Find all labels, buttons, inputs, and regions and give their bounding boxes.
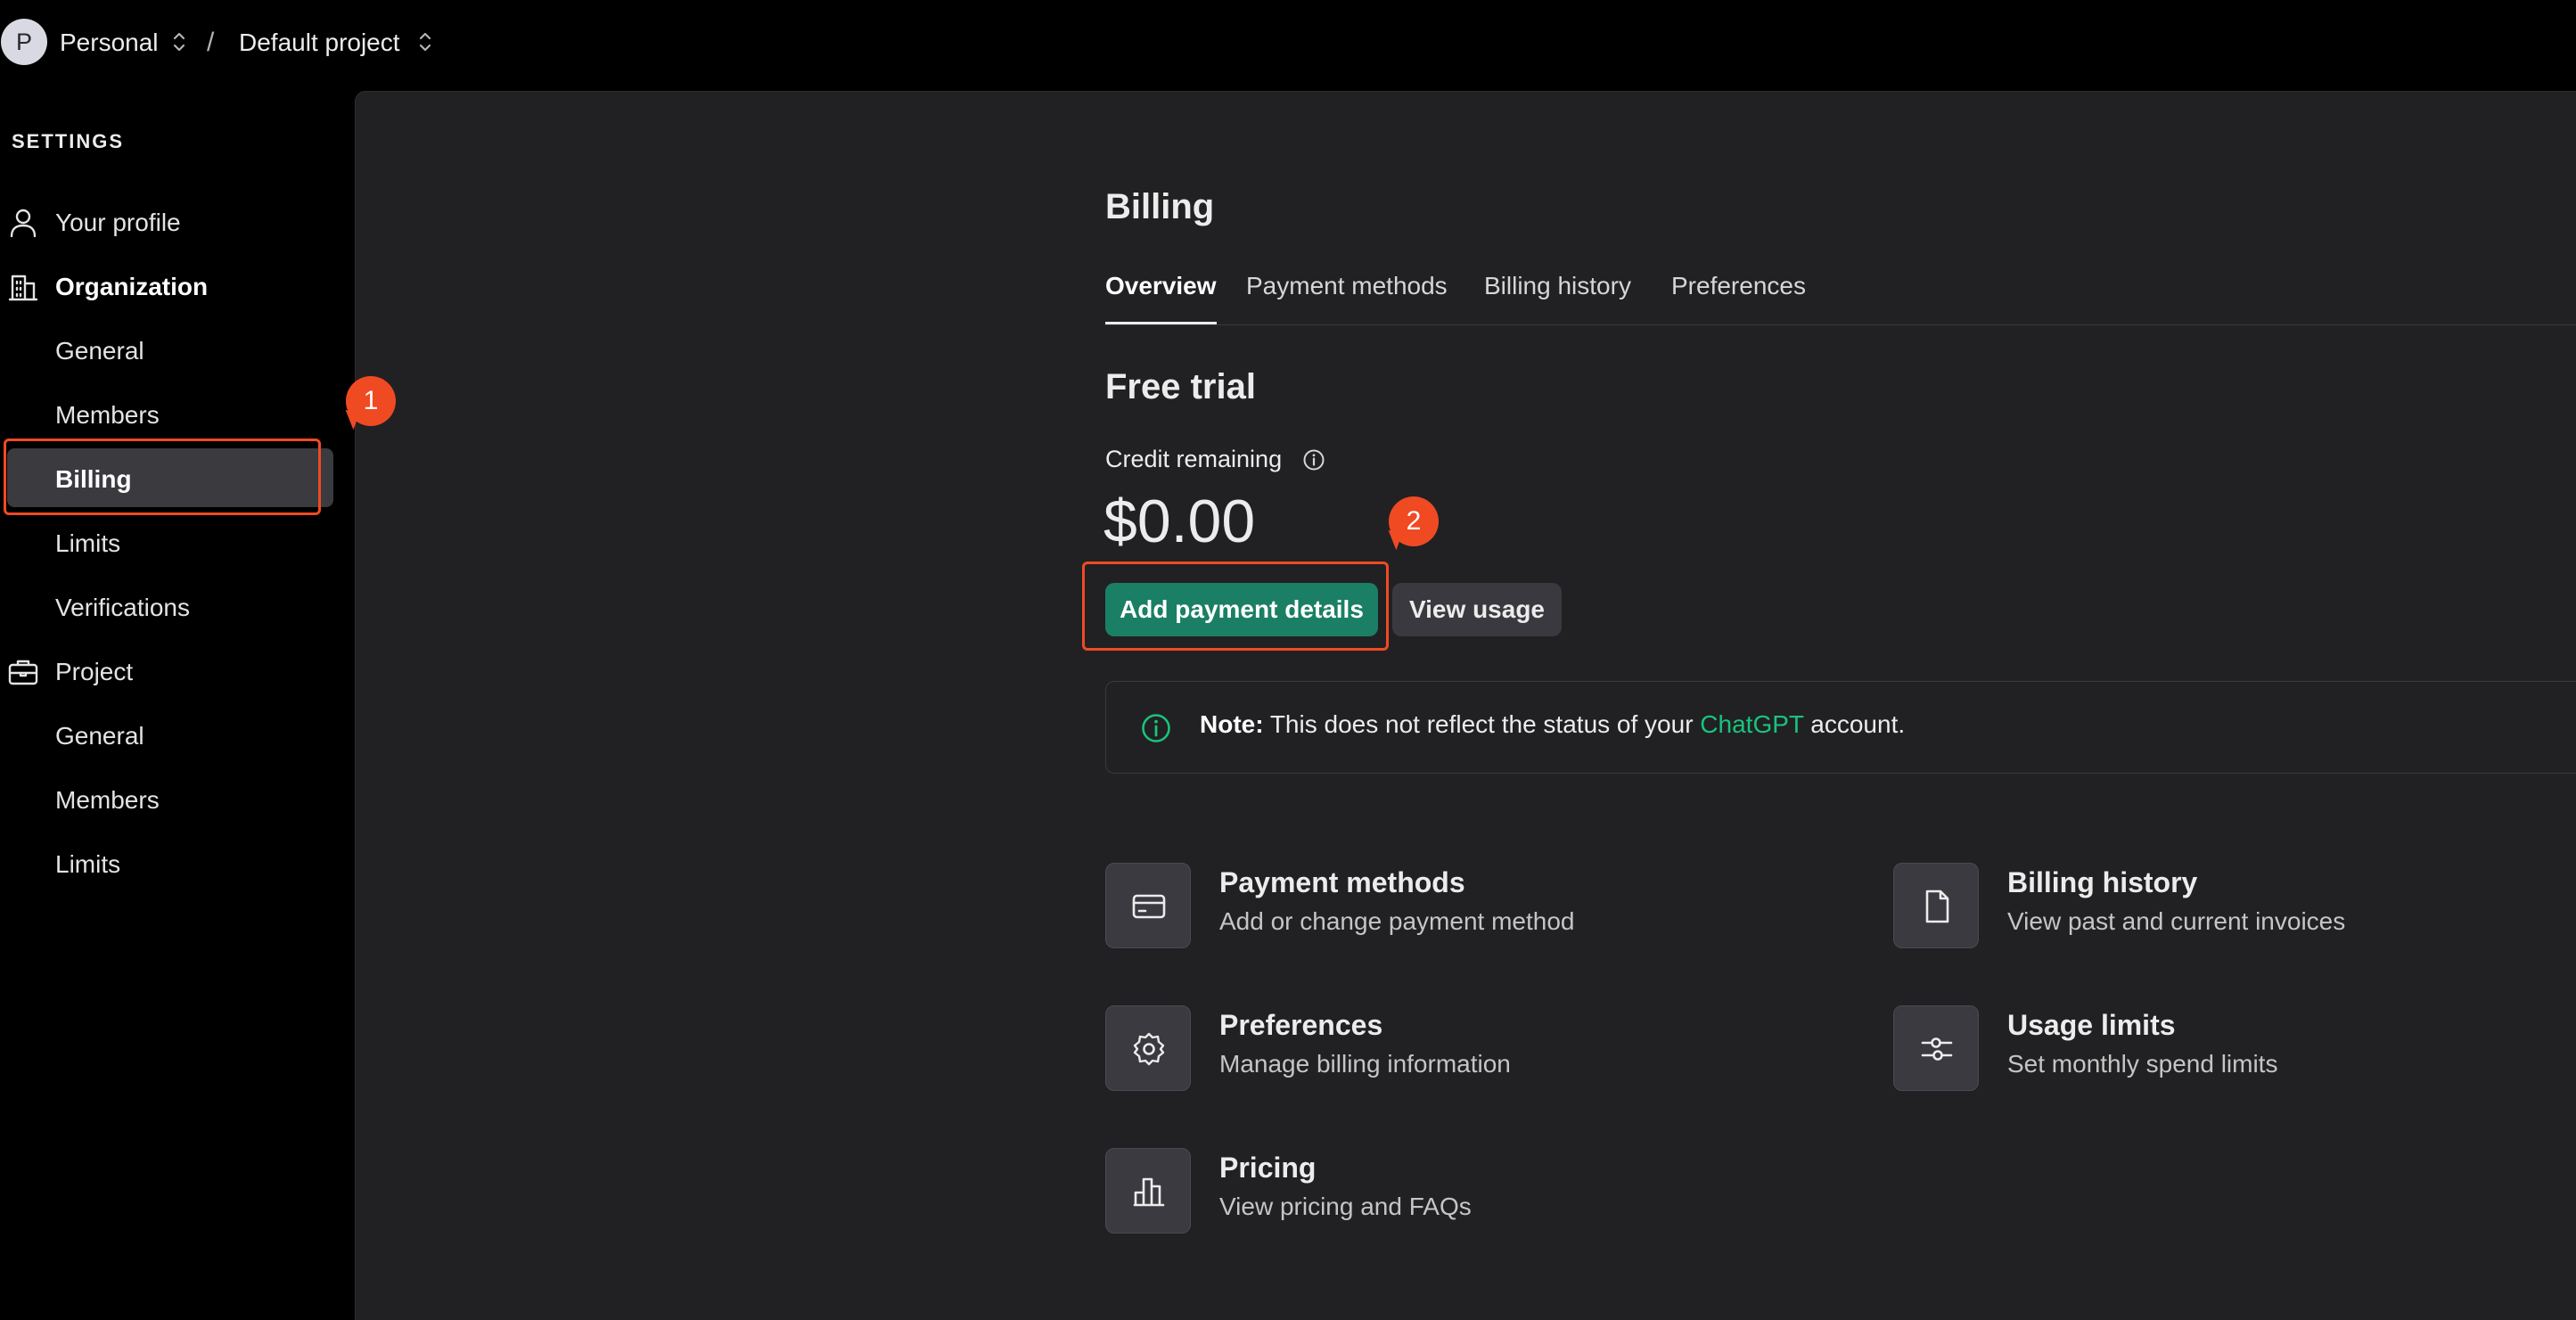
sidebar-item-label: Members <box>55 786 160 814</box>
note-banner: Note: This does not reflect the status o… <box>1105 681 2576 774</box>
sidebar-item-project[interactable]: Project <box>0 641 333 703</box>
note-text: Note: This does not reflect the status o… <box>1200 710 1905 739</box>
sidebar-item-label: Limits <box>55 529 121 557</box>
card-description: View past and current invoices <box>2007 907 2346 935</box>
sidebar-item-org-general[interactable]: General <box>0 320 333 382</box>
sliders-icon <box>1893 1005 1979 1091</box>
card-title: Pricing <box>1219 1152 1317 1184</box>
credit-card-icon <box>1105 863 1191 948</box>
step-marker-2: 2 <box>1389 496 1439 546</box>
note-body-end: account. <box>1810 710 1906 738</box>
view-usage-button[interactable]: View usage <box>1392 583 1562 636</box>
card-title: Usage limits <box>2007 1009 2176 1041</box>
chatgpt-link[interactable]: ChatGPT <box>1700 710 1803 738</box>
sidebar-item-verifications[interactable]: Verifications <box>0 577 333 639</box>
chevron-updown-icon[interactable] <box>169 29 189 55</box>
billing-history-card[interactable]: Billing history View past and current in… <box>1893 863 2576 952</box>
info-icon <box>1142 714 1170 742</box>
sidebar-item-org-limits[interactable]: Limits <box>0 512 333 575</box>
bar-chart-icon <box>1105 1148 1191 1234</box>
sidebar-item-your-profile[interactable]: Your profile <box>0 192 333 254</box>
card-title: Payment methods <box>1219 866 1465 898</box>
page-title: Billing <box>1105 187 1215 226</box>
sidebar-item-label: Organization <box>55 273 209 300</box>
sidebar-item-label: Your profile <box>55 209 181 236</box>
plan-title: Free trial <box>1105 367 1256 406</box>
step-marker-1: 1 <box>346 376 396 426</box>
pricing-card[interactable]: Pricing View pricing and FAQs <box>1105 1148 1818 1237</box>
info-icon[interactable] <box>1302 448 1325 471</box>
tab-payment-methods[interactable]: Payment methods <box>1246 267 1448 323</box>
card-description: View pricing and FAQs <box>1219 1193 1472 1220</box>
credit-remaining-label: Credit remaining <box>1105 446 1283 472</box>
briefcase-icon <box>8 660 38 685</box>
top-bar: P Personal / Default project <box>0 0 2576 89</box>
highlight-box-billing <box>4 439 321 515</box>
sidebar-heading: SETTINGS <box>12 130 125 152</box>
sidebar-item-project-members[interactable]: Members <box>0 769 333 832</box>
sidebar-item-label: Limits <box>55 850 121 878</box>
sidebar-item-label: Verifications <box>55 594 190 621</box>
note-body: This does not reflect the status of your <box>1269 710 1694 738</box>
org-switcher[interactable]: Personal <box>60 25 159 61</box>
credit-amount: $0.00 <box>1103 488 1256 555</box>
building-icon <box>8 275 38 301</box>
note-prefix: Note: <box>1200 710 1264 738</box>
document-icon <box>1893 863 1979 948</box>
project-switcher[interactable]: Default project <box>239 25 400 61</box>
card-title: Billing history <box>2007 866 2198 898</box>
payment-methods-card[interactable]: Payment methods Add or change payment me… <box>1105 863 1818 952</box>
chevron-updown-icon[interactable] <box>415 29 435 55</box>
sidebar-item-project-limits[interactable]: Limits <box>0 833 333 896</box>
user-icon <box>10 209 37 238</box>
sidebar-item-project-general[interactable]: General <box>0 705 333 767</box>
highlight-box-add-payment <box>1082 562 1389 651</box>
sidebar-item-label: Members <box>55 401 160 429</box>
gear-icon <box>1105 1005 1191 1091</box>
billing-tabs: Overview Payment methods Billing history… <box>1105 267 2576 325</box>
card-description: Manage billing information <box>1219 1050 1511 1078</box>
usage-limits-card[interactable]: Usage limits Set monthly spend limits <box>1893 1005 2576 1095</box>
sidebar-item-label: Project <box>55 658 134 685</box>
card-title: Preferences <box>1219 1009 1383 1041</box>
breadcrumb-separator: / <box>207 28 215 57</box>
sidebar-item-org-members[interactable]: Members <box>0 384 333 447</box>
card-description: Set monthly spend limits <box>2007 1050 2278 1078</box>
sidebar-item-label: General <box>55 722 144 750</box>
tab-preferences[interactable]: Preferences <box>1671 267 1806 323</box>
sidebar-item-organization[interactable]: Organization <box>0 256 333 318</box>
sidebar-item-label: General <box>55 337 144 365</box>
card-description: Add or change payment method <box>1219 907 1575 935</box>
tab-billing-history[interactable]: Billing history <box>1484 267 1631 323</box>
org-avatar[interactable]: P <box>1 19 47 65</box>
settings-sidebar: SETTINGS Your profile Organization Gener… <box>0 89 353 1319</box>
preferences-card[interactable]: Preferences Manage billing information <box>1105 1005 1818 1095</box>
tab-overview[interactable]: Overview <box>1105 267 1217 324</box>
